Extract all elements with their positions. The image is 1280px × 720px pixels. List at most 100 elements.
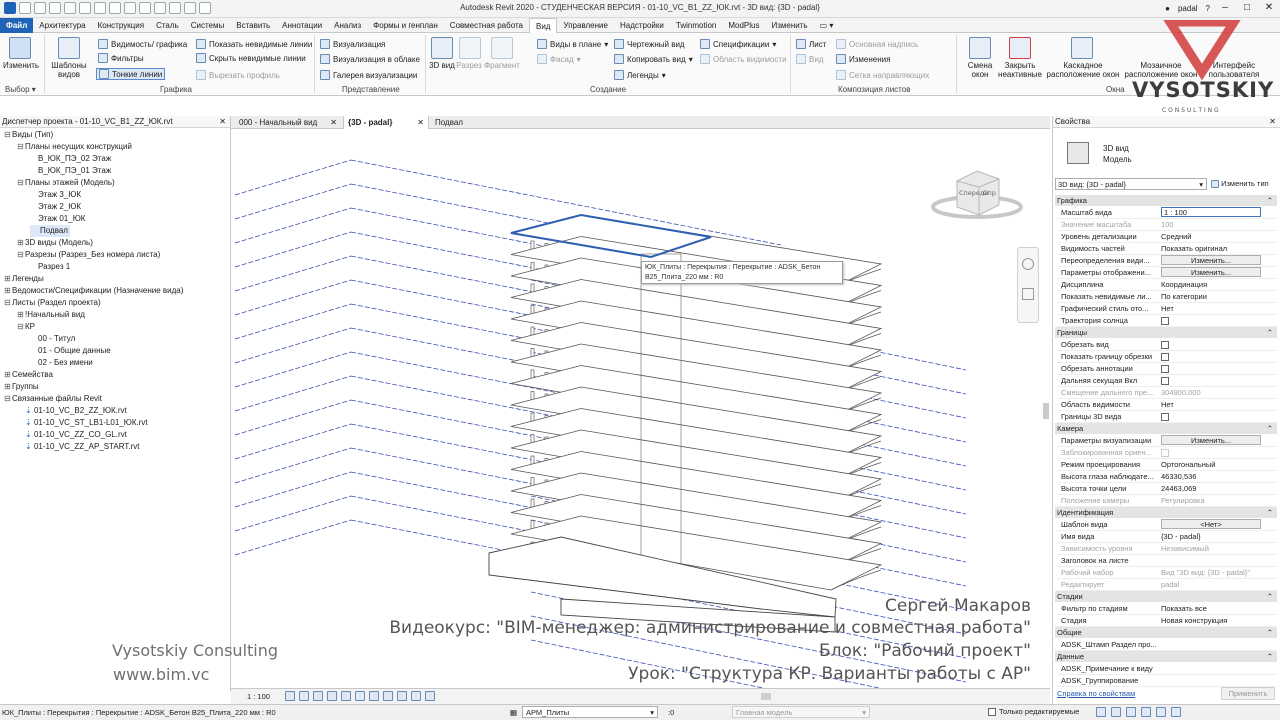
linked-file-item[interactable]: ⇣ 01-10_VC_ZZ_CO_GL.rvt — [17, 429, 127, 441]
remove-hidden-lines-button[interactable]: Скрыть невидимые линии — [196, 53, 306, 63]
collapse-icon[interactable]: ⌃ — [1267, 423, 1273, 434]
property-value[interactable]: Ортогональный — [1161, 459, 1277, 471]
property-value[interactable]: <Нет> — [1161, 519, 1277, 531]
drawing-area[interactable]: Спереди Спр Сергей Макаров Видеокурс: "B… — [231, 129, 1050, 688]
render-cloud-button[interactable]: Визуализация в облаке — [320, 54, 420, 64]
property-checkbox[interactable] — [1161, 341, 1169, 349]
expand-toggle-icon[interactable]: ⊟ — [4, 129, 12, 141]
tree-item[interactable]: В_ЮК_ПЭ_02 Этаж — [30, 153, 111, 165]
contextual-tab-dropdown-icon[interactable]: ▭ ▾ — [814, 18, 840, 33]
tree-item[interactable]: ⊞3D виды (Модель) — [17, 237, 93, 249]
tree-item[interactable]: ⊞Легенды — [4, 273, 44, 285]
collapse-icon[interactable]: ⌃ — [1267, 627, 1273, 638]
property-section[interactable]: Границы ⌃ — [1055, 327, 1277, 338]
maximize-button[interactable]: □ — [1240, 2, 1254, 14]
modify-button[interactable]: Изменить — [2, 61, 40, 70]
property-value[interactable]: Новая конструкция — [1161, 615, 1277, 627]
title-block-button[interactable]: Основная надпись — [836, 39, 918, 49]
tree-item[interactable]: Этаж 3_ЮК — [30, 189, 81, 201]
expand-toggle-icon[interactable]: ⊞ — [4, 369, 12, 381]
render-button[interactable]: Визуализация — [320, 39, 385, 49]
revisions-button[interactable]: Изменения — [836, 54, 890, 64]
scale-input[interactable]: 1 : 100 — [1161, 207, 1261, 217]
tree-item[interactable]: ⊞Ведомости/Спецификации (Назначение вида… — [4, 285, 183, 297]
callout-button[interactable]: Фрагмент — [484, 61, 520, 70]
cascade-button[interactable]: Каскадное расположение окон — [1046, 61, 1120, 79]
tab-12[interactable]: Надстройки — [614, 18, 670, 33]
steering-wheel-icon[interactable] — [1022, 258, 1034, 270]
property-value[interactable]: Изменить... — [1161, 435, 1277, 447]
vertical-scrollbar[interactable] — [1043, 403, 1049, 419]
close-tab-icon[interactable]: ✕ — [417, 116, 424, 129]
tab-3[interactable]: Сталь — [150, 18, 185, 33]
property-value[interactable]: Показать оригинал — [1161, 243, 1277, 255]
property-section[interactable]: Стадии ⌃ — [1055, 591, 1277, 602]
linked-file-item[interactable]: ⇣ 01-10_VC_ST_LB1-L01_ЮК.rvt — [17, 417, 148, 429]
tab-11[interactable]: Управление — [557, 18, 613, 33]
panel-select[interactable]: Выбор ▾ — [5, 85, 36, 94]
temporary-hide-icon[interactable] — [397, 691, 407, 701]
apply-button[interactable]: Применить — [1221, 687, 1275, 700]
tree-item[interactable]: Этаж 01_ЮК — [30, 213, 85, 225]
linked-file-item[interactable]: ⇣ 01-10_VC_B2_ZZ_ЮК.rvt — [17, 405, 127, 417]
tree-item[interactable]: 02 - Без имени — [30, 357, 93, 369]
visibility-graphics-button[interactable]: Видимость/ графика — [98, 39, 187, 49]
tree-item[interactable]: Подвал — [30, 225, 70, 237]
scope-box-button[interactable]: Область видимости — [700, 54, 787, 64]
select-pinned-icon[interactable] — [1126, 707, 1136, 717]
property-value[interactable]: {3D - padal} — [1161, 531, 1277, 543]
render-dialog-icon[interactable] — [341, 691, 351, 701]
expand-toggle-icon[interactable]: ⊞ — [4, 285, 12, 297]
tree-item[interactable]: Разрез 1 — [30, 261, 70, 273]
tree-item[interactable]: 01 - Общие данные — [30, 345, 111, 357]
tree-item[interactable]: ⊞Семейства — [4, 369, 53, 381]
tree-item[interactable]: ⊟Планы этажей (Модель) — [17, 177, 115, 189]
tree-item[interactable]: ⊟Разрезы (Разрез_Без номера листа) — [17, 249, 160, 261]
tab-0[interactable]: Файл — [0, 17, 34, 33]
tab-9[interactable]: Совместная работа — [444, 18, 529, 33]
section-icon[interactable] — [459, 37, 481, 59]
guide-grid-button[interactable]: Сетка направляющих — [836, 70, 929, 80]
collapse-icon[interactable]: ⌃ — [1267, 591, 1273, 602]
active-workset-select[interactable]: АРМ_Плиты ▾ — [522, 706, 658, 718]
properties-help-link[interactable]: Справка по свойствам — [1057, 689, 1135, 698]
help-icon[interactable]: ? — [1206, 4, 1210, 13]
expand-toggle-icon[interactable]: ⊟ — [17, 249, 25, 261]
duplicate-view-button[interactable]: Копировать вид ▾ — [614, 54, 693, 64]
filter-icon[interactable] — [1171, 707, 1181, 717]
legends-button[interactable]: Легенды ▾ — [614, 70, 666, 80]
tree-item[interactable]: ⊟КР — [17, 321, 35, 333]
tab-2[interactable]: Конструкция — [92, 18, 150, 33]
tab-13[interactable]: Twinmotion — [670, 18, 722, 33]
scale-display[interactable]: 1 : 100 — [247, 692, 270, 701]
property-checkbox[interactable] — [1161, 377, 1169, 385]
property-edit-button[interactable]: Изменить... — [1161, 255, 1261, 265]
view-templates-icon[interactable] — [58, 37, 80, 59]
tab-8[interactable]: Формы и генплан — [367, 18, 444, 33]
switch-windows-icon[interactable] — [969, 37, 991, 59]
tab-10[interactable]: Вид — [529, 17, 558, 33]
property-checkbox[interactable] — [1161, 365, 1169, 373]
tab-15[interactable]: Изменить — [765, 18, 813, 33]
close-icon[interactable]: ✕ — [1269, 116, 1276, 128]
user-name[interactable]: padal — [1178, 4, 1198, 13]
tree-item[interactable]: ⊞!Начальный вид — [17, 309, 85, 321]
property-edit-button[interactable]: Изменить... — [1161, 435, 1261, 445]
view-button[interactable]: Вид — [796, 54, 823, 64]
filters-button[interactable]: Фильтры — [98, 53, 144, 63]
tab-6[interactable]: Аннотации — [276, 18, 328, 33]
close-inactive-icon[interactable] — [1009, 37, 1031, 59]
expand-toggle-icon[interactable]: ⊞ — [4, 381, 12, 393]
view-tab-basement[interactable]: Подвал — [431, 116, 491, 129]
collapse-icon[interactable]: ⌃ — [1267, 651, 1273, 662]
tab-7[interactable]: Анализ — [328, 18, 367, 33]
property-checkbox[interactable] — [1161, 413, 1169, 421]
close-button[interactable]: ✕ — [1262, 2, 1276, 14]
expand-toggle-icon[interactable]: ⊞ — [17, 237, 25, 249]
property-section[interactable]: Общие ⌃ — [1055, 627, 1277, 638]
elevation-button[interactable]: Фасад ▾ — [537, 54, 581, 64]
property-value[interactable]: 46330,536 — [1161, 471, 1277, 483]
type-selector[interactable]: 3D вид: {3D - padal} ▾ — [1055, 178, 1207, 190]
expand-toggle-icon[interactable]: ⊟ — [4, 297, 12, 309]
schedules-button[interactable]: Спецификации ▾ — [700, 39, 776, 49]
